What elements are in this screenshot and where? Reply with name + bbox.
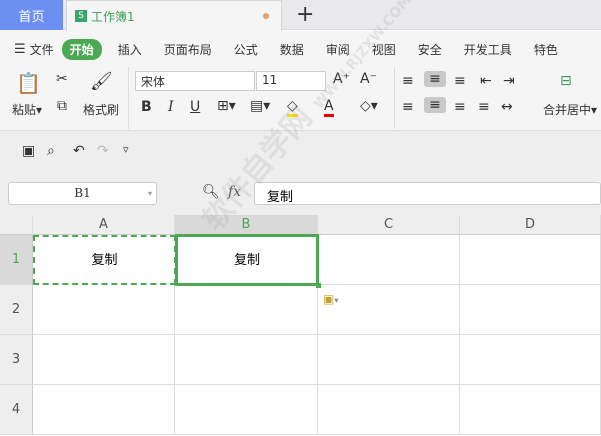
cell-b4[interactable] (175, 385, 318, 435)
row-header-2[interactable]: 2 (0, 285, 33, 335)
conditional-format-icon[interactable]: ▤▾ (250, 98, 270, 114)
font-size-select[interactable]: 11 (256, 71, 326, 91)
borders-icon[interactable]: ⊞▾ (217, 98, 236, 114)
cell-b2[interactable] (175, 285, 318, 335)
cell-d1[interactable] (460, 235, 601, 285)
fx-icon[interactable]: fx (228, 184, 241, 200)
italic-button[interactable]: I (168, 99, 174, 115)
menu-data[interactable]: 数据 (280, 41, 304, 58)
cell-c4[interactable] (318, 385, 460, 435)
cell-a3[interactable] (33, 335, 175, 385)
fill-handle[interactable] (316, 283, 321, 288)
cell-d3[interactable] (460, 335, 601, 385)
column-header-a[interactable]: A (33, 215, 175, 235)
unsaved-dot-icon (263, 13, 269, 19)
column-header-c[interactable]: C (318, 215, 460, 235)
menu-special[interactable]: 特色 (534, 41, 558, 58)
name-box[interactable]: B1 ▾ (8, 182, 157, 205)
menu-formulas[interactable]: 公式 (234, 41, 258, 58)
merge-icon[interactable]: ⊟ (560, 73, 572, 89)
paste-options-icon[interactable]: ▣▾ (323, 292, 338, 306)
redo-icon[interactable]: ↷ (97, 143, 109, 159)
menu-review[interactable]: 审阅 (326, 41, 350, 58)
formula-bar: B1 ▾ 🔍︎ fx 复制 (0, 175, 601, 215)
cell-d2[interactable] (460, 285, 601, 335)
select-all-corner[interactable] (0, 215, 33, 235)
justify-icon[interactable]: ≡ (478, 99, 490, 115)
distribute-icon[interactable]: ↔ (501, 99, 513, 115)
menu-developer[interactable]: 开发工具 (464, 41, 512, 58)
align-left-icon[interactable]: ≡ (402, 99, 414, 115)
bold-button[interactable]: B (141, 99, 152, 115)
undo-icon[interactable]: ↶ (73, 143, 85, 159)
fill-color-icon[interactable]: ◇ (287, 98, 298, 117)
grow-font-button[interactable]: A⁺ (333, 71, 350, 87)
merge-center-button[interactable]: 合并居中▾ (543, 101, 597, 118)
copy-icon[interactable]: ⧉ (57, 98, 67, 114)
cell-d4[interactable] (460, 385, 601, 435)
menu-bar: ☰ 文件 开始 插入 页面布局 公式 数据 审阅 视图 安全 开发工具 特色 (14, 39, 580, 60)
new-tab-button[interactable]: + (296, 2, 314, 27)
column-header-b[interactable]: B (175, 215, 318, 235)
cell-b3[interactable] (175, 335, 318, 385)
quick-access-toolbar: ▣ ⌕ ↶ ↷ ▿ (0, 130, 601, 175)
cell-c3[interactable] (318, 335, 460, 385)
format-painter-button[interactable]: 格式刷 (83, 101, 119, 118)
align-center-icon[interactable]: ≡ (424, 97, 446, 113)
cell-c2[interactable] (318, 285, 460, 335)
row-header-1[interactable]: 1 (0, 235, 33, 285)
tab-workbook[interactable]: S 工作簿1 (66, 0, 282, 31)
paste-icon[interactable]: 📋 (16, 71, 41, 95)
clear-eraser-icon[interactable]: ◇▾ (360, 98, 378, 114)
zoom-search-icon[interactable]: 🔍︎ (202, 184, 220, 200)
cell-a4[interactable] (33, 385, 175, 435)
spreadsheet-icon: S (75, 10, 87, 22)
column-header-d[interactable]: D (460, 215, 601, 235)
increase-indent-icon[interactable]: ⇥ (503, 73, 515, 89)
font-name-select[interactable]: 宋体 (135, 71, 255, 91)
cell-b1[interactable]: 复制 (175, 234, 319, 286)
align-top-icon[interactable]: ≡ (402, 73, 414, 89)
tab-workbook-label: 工作簿1 (91, 9, 135, 24)
decrease-indent-icon[interactable]: ⇤ (480, 73, 492, 89)
menu-view[interactable]: 视图 (372, 41, 396, 58)
paste-button[interactable]: 粘贴▾ (12, 101, 42, 118)
customize-chevron-icon[interactable]: ▿ (123, 143, 129, 156)
format-painter-icon[interactable]: 🖌 (90, 71, 113, 92)
cell-a1[interactable]: 复制 (33, 235, 176, 285)
formula-input[interactable]: 复制 (254, 182, 601, 205)
align-bottom-icon[interactable]: ≡ (454, 73, 466, 89)
cut-icon[interactable]: ✂ (56, 71, 68, 87)
underline-button[interactable]: U (190, 99, 200, 115)
menu-page-layout[interactable]: 页面布局 (164, 41, 212, 58)
tab-home[interactable]: 首页 (0, 0, 63, 30)
spreadsheet-grid: A B C D 1 2 3 4 复制 复制 ▣▾ (0, 215, 601, 436)
save-icon[interactable]: ▣ (22, 143, 35, 159)
tab-bar: 首页 S 工作簿1 + (0, 0, 601, 31)
cell-a2[interactable] (33, 285, 175, 335)
print-preview-icon[interactable]: ⌕ (47, 143, 55, 159)
align-middle-icon[interactable]: ≡ (424, 71, 446, 87)
menu-home[interactable]: 开始 (61, 39, 102, 60)
font-color-button[interactable]: A (324, 98, 334, 117)
menu-insert[interactable]: 插入 (118, 41, 142, 58)
row-header-4[interactable]: 4 (0, 385, 33, 435)
cell-c1[interactable] (318, 235, 460, 285)
hamburger-icon[interactable]: ☰ (14, 42, 26, 57)
ribbon: ☰ 文件 开始 插入 页面布局 公式 数据 审阅 视图 安全 开发工具 特色 📋… (0, 31, 601, 130)
align-right-icon[interactable]: ≡ (454, 99, 466, 115)
menu-file[interactable]: 文件 (30, 41, 54, 58)
row-header-3[interactable]: 3 (0, 335, 33, 385)
shrink-font-button[interactable]: A⁻ (360, 71, 377, 87)
menu-security[interactable]: 安全 (418, 41, 442, 58)
